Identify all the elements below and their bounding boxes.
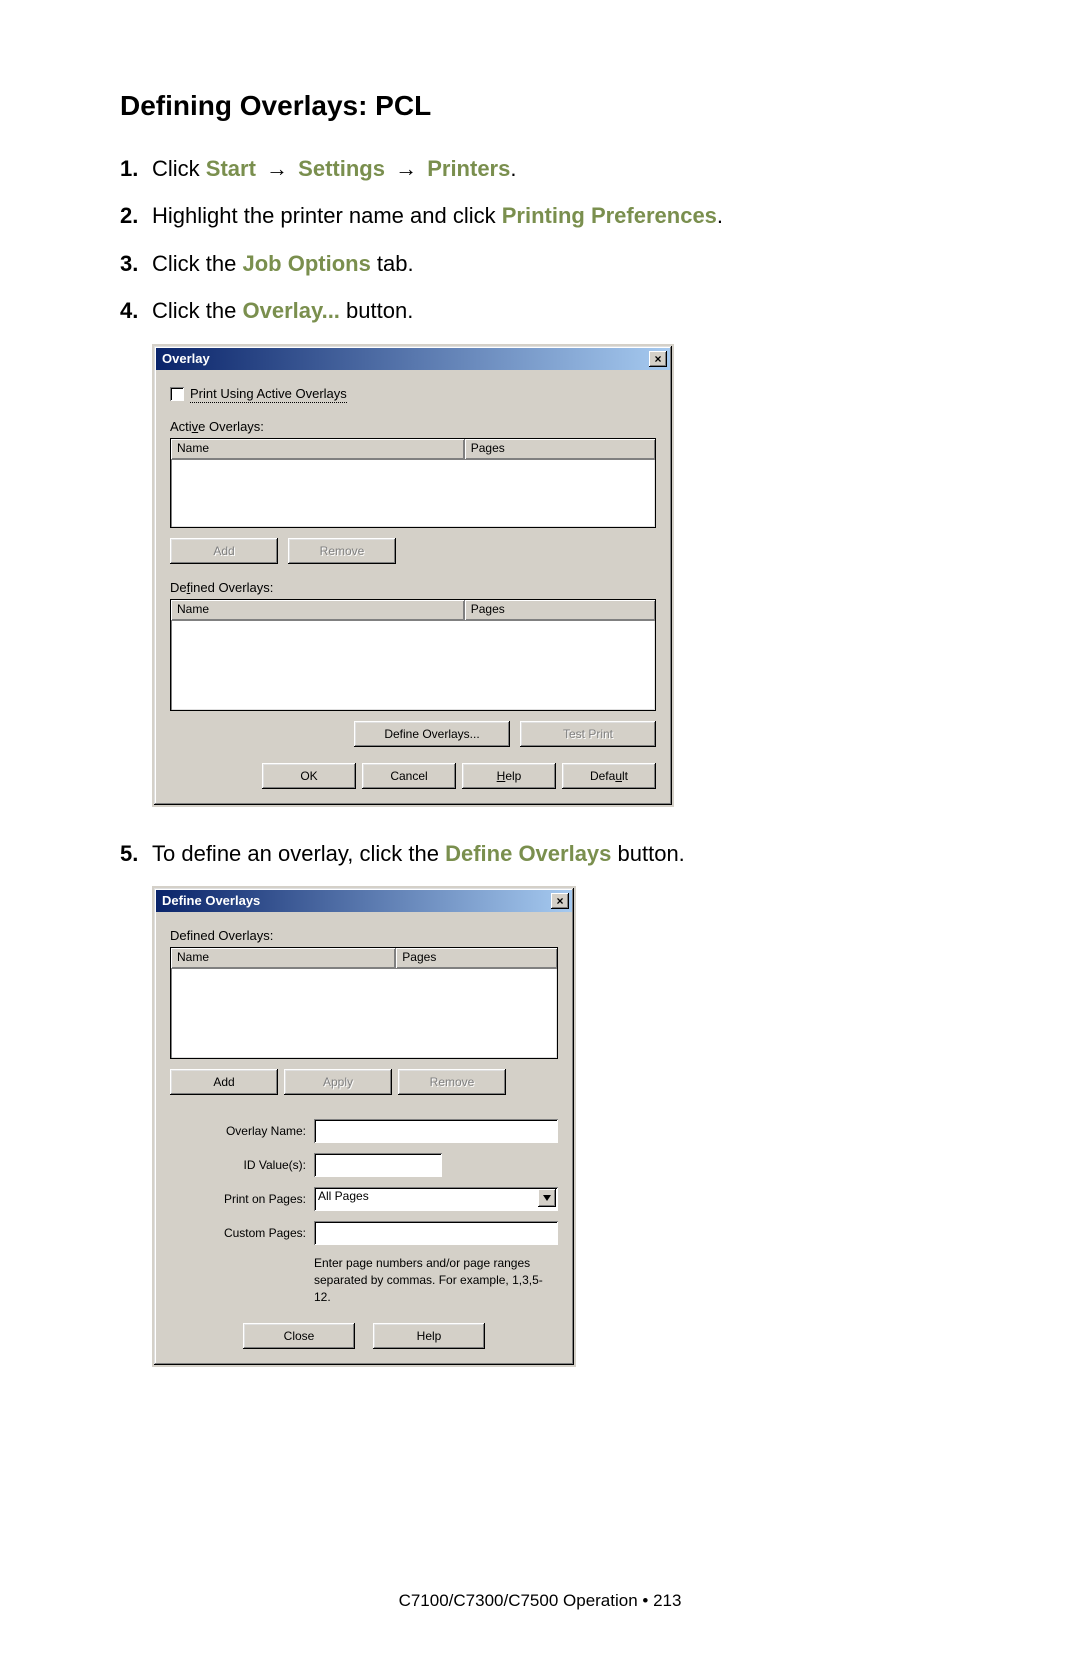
kw-printers: Printers	[427, 156, 510, 181]
define-test-row: Define Overlays... Test Print	[170, 721, 656, 747]
step-number: 5.	[120, 835, 152, 872]
define-overlays-button[interactable]: Define Overlays...	[354, 721, 510, 747]
arrow-icon: →	[391, 150, 421, 187]
defined-overlays-list[interactable]: Name Pages	[170, 599, 656, 711]
close-icon[interactable]: ×	[551, 893, 569, 909]
page-footer: C7100/C7300/C7500 Operation • 213	[0, 1591, 1080, 1611]
col-pages[interactable]: Pages	[465, 600, 655, 620]
remove-button[interactable]: Remove	[398, 1069, 506, 1095]
apply-button[interactable]: Apply	[284, 1069, 392, 1095]
list-header: Name Pages	[171, 948, 557, 969]
step-5: 5. To define an overlay, click the Defin…	[120, 835, 970, 872]
define-overlays-dialog-figure: Define Overlays × Defined Overlays: Name…	[152, 886, 970, 1367]
step-text: Highlight the printer name and click	[152, 203, 502, 228]
step-number: 4.	[120, 292, 152, 329]
step-2: 2. Highlight the printer name and click …	[120, 197, 970, 234]
print-on-pages-combo[interactable]: All Pages	[314, 1187, 558, 1211]
step-text: button.	[611, 841, 684, 866]
step-text: .	[510, 156, 516, 181]
print-using-active-overlays-checkbox[interactable]	[170, 387, 184, 401]
id-values-input[interactable]	[314, 1153, 442, 1177]
cancel-button[interactable]: Cancel	[362, 763, 456, 789]
list-header: Name Pages	[171, 600, 655, 621]
defined-overlays-label: Defined Overlays:	[170, 580, 656, 595]
step-number: 3.	[120, 245, 152, 282]
col-pages[interactable]: Pages	[396, 948, 557, 968]
close-icon[interactable]: ×	[649, 351, 667, 367]
kw-printing-preferences: Printing Preferences	[502, 203, 717, 228]
arrow-icon: →	[262, 150, 292, 187]
step-text: Click	[152, 156, 206, 181]
overlay-name-row: Overlay Name:	[170, 1119, 558, 1143]
step-number: 2.	[120, 197, 152, 234]
step-4: 4. Click the Overlay... button.	[120, 292, 970, 329]
overlay-name-label: Overlay Name:	[170, 1124, 314, 1138]
help-button[interactable]: Help	[462, 763, 556, 789]
col-name[interactable]: Name	[171, 439, 465, 459]
print-using-active-overlays-row: Print Using Active Overlays	[170, 386, 656, 403]
dialog-title: Overlay	[162, 351, 649, 366]
step-1: 1. Click Start → Settings → Printers.	[120, 150, 970, 187]
titlebar: Overlay ×	[156, 348, 670, 370]
custom-pages-input[interactable]	[314, 1221, 558, 1245]
remove-button[interactable]: Remove	[288, 538, 396, 564]
kw-settings: Settings	[298, 156, 385, 181]
print-using-active-overlays-label: Print Using Active Overlays	[190, 386, 347, 403]
dialog-action-row: Close Help	[170, 1323, 558, 1349]
overlay-name-input[interactable]	[314, 1119, 558, 1143]
step-text: button.	[340, 298, 413, 323]
custom-pages-hint: Enter page numbers and/or page ranges se…	[314, 1255, 558, 1305]
dialog-action-row: OK Cancel Help Default	[170, 763, 656, 789]
chevron-down-icon[interactable]	[538, 1189, 556, 1207]
id-values-row: ID Value(s):	[170, 1153, 558, 1177]
add-button[interactable]: Add	[170, 538, 278, 564]
active-overlays-label: Active Overlays:	[170, 419, 656, 434]
custom-pages-row: Custom Pages:	[170, 1221, 558, 1245]
print-on-pages-value: All Pages	[318, 1189, 369, 1203]
active-overlays-list[interactable]: Name Pages	[170, 438, 656, 528]
close-button[interactable]: Close	[243, 1323, 355, 1349]
defined-overlays-list[interactable]: Name Pages	[170, 947, 558, 1059]
col-name[interactable]: Name	[171, 600, 465, 620]
kw-define-overlays: Define Overlays	[445, 841, 611, 866]
page-title: Defining Overlays: PCL	[120, 90, 970, 122]
step-number: 1.	[120, 150, 152, 187]
ok-button[interactable]: OK	[262, 763, 356, 789]
overlay-dialog-figure: Overlay × Print Using Active Overlays Ac…	[152, 344, 970, 807]
print-on-pages-label: Print on Pages:	[170, 1192, 314, 1206]
defined-overlays-label: Defined Overlays:	[170, 928, 558, 943]
col-pages[interactable]: Pages	[465, 439, 655, 459]
instructions-list: 1. Click Start → Settings → Printers. 2.…	[120, 150, 970, 330]
define-overlays-dialog: Define Overlays × Defined Overlays: Name…	[152, 886, 576, 1367]
print-on-pages-row: Print on Pages: All Pages	[170, 1187, 558, 1211]
step-text: .	[717, 203, 723, 228]
kw-start: Start	[206, 156, 256, 181]
titlebar: Define Overlays ×	[156, 890, 572, 912]
overlay-dialog: Overlay × Print Using Active Overlays Ac…	[152, 344, 674, 807]
list-buttons: Add Apply Remove	[170, 1069, 558, 1095]
instructions-list-2: 5. To define an overlay, click the Defin…	[120, 835, 970, 872]
step-text: Click the	[152, 251, 242, 276]
test-print-button[interactable]: Test Print	[520, 721, 656, 747]
add-button[interactable]: Add	[170, 1069, 278, 1095]
help-button[interactable]: Help	[373, 1323, 485, 1349]
default-button[interactable]: Default	[562, 763, 656, 789]
kw-job-options: Job Options	[242, 251, 370, 276]
col-name[interactable]: Name	[171, 948, 396, 968]
kw-overlay: Overlay...	[242, 298, 339, 323]
step-text: tab.	[371, 251, 414, 276]
list-header: Name Pages	[171, 439, 655, 460]
custom-pages-label: Custom Pages:	[170, 1226, 314, 1240]
step-text: To define an overlay, click the	[152, 841, 445, 866]
step-3: 3. Click the Job Options tab.	[120, 245, 970, 282]
dialog-title: Define Overlays	[162, 893, 551, 908]
step-text: Click the	[152, 298, 242, 323]
active-buttons: Add Remove	[170, 538, 656, 564]
id-values-label: ID Value(s):	[170, 1158, 314, 1172]
